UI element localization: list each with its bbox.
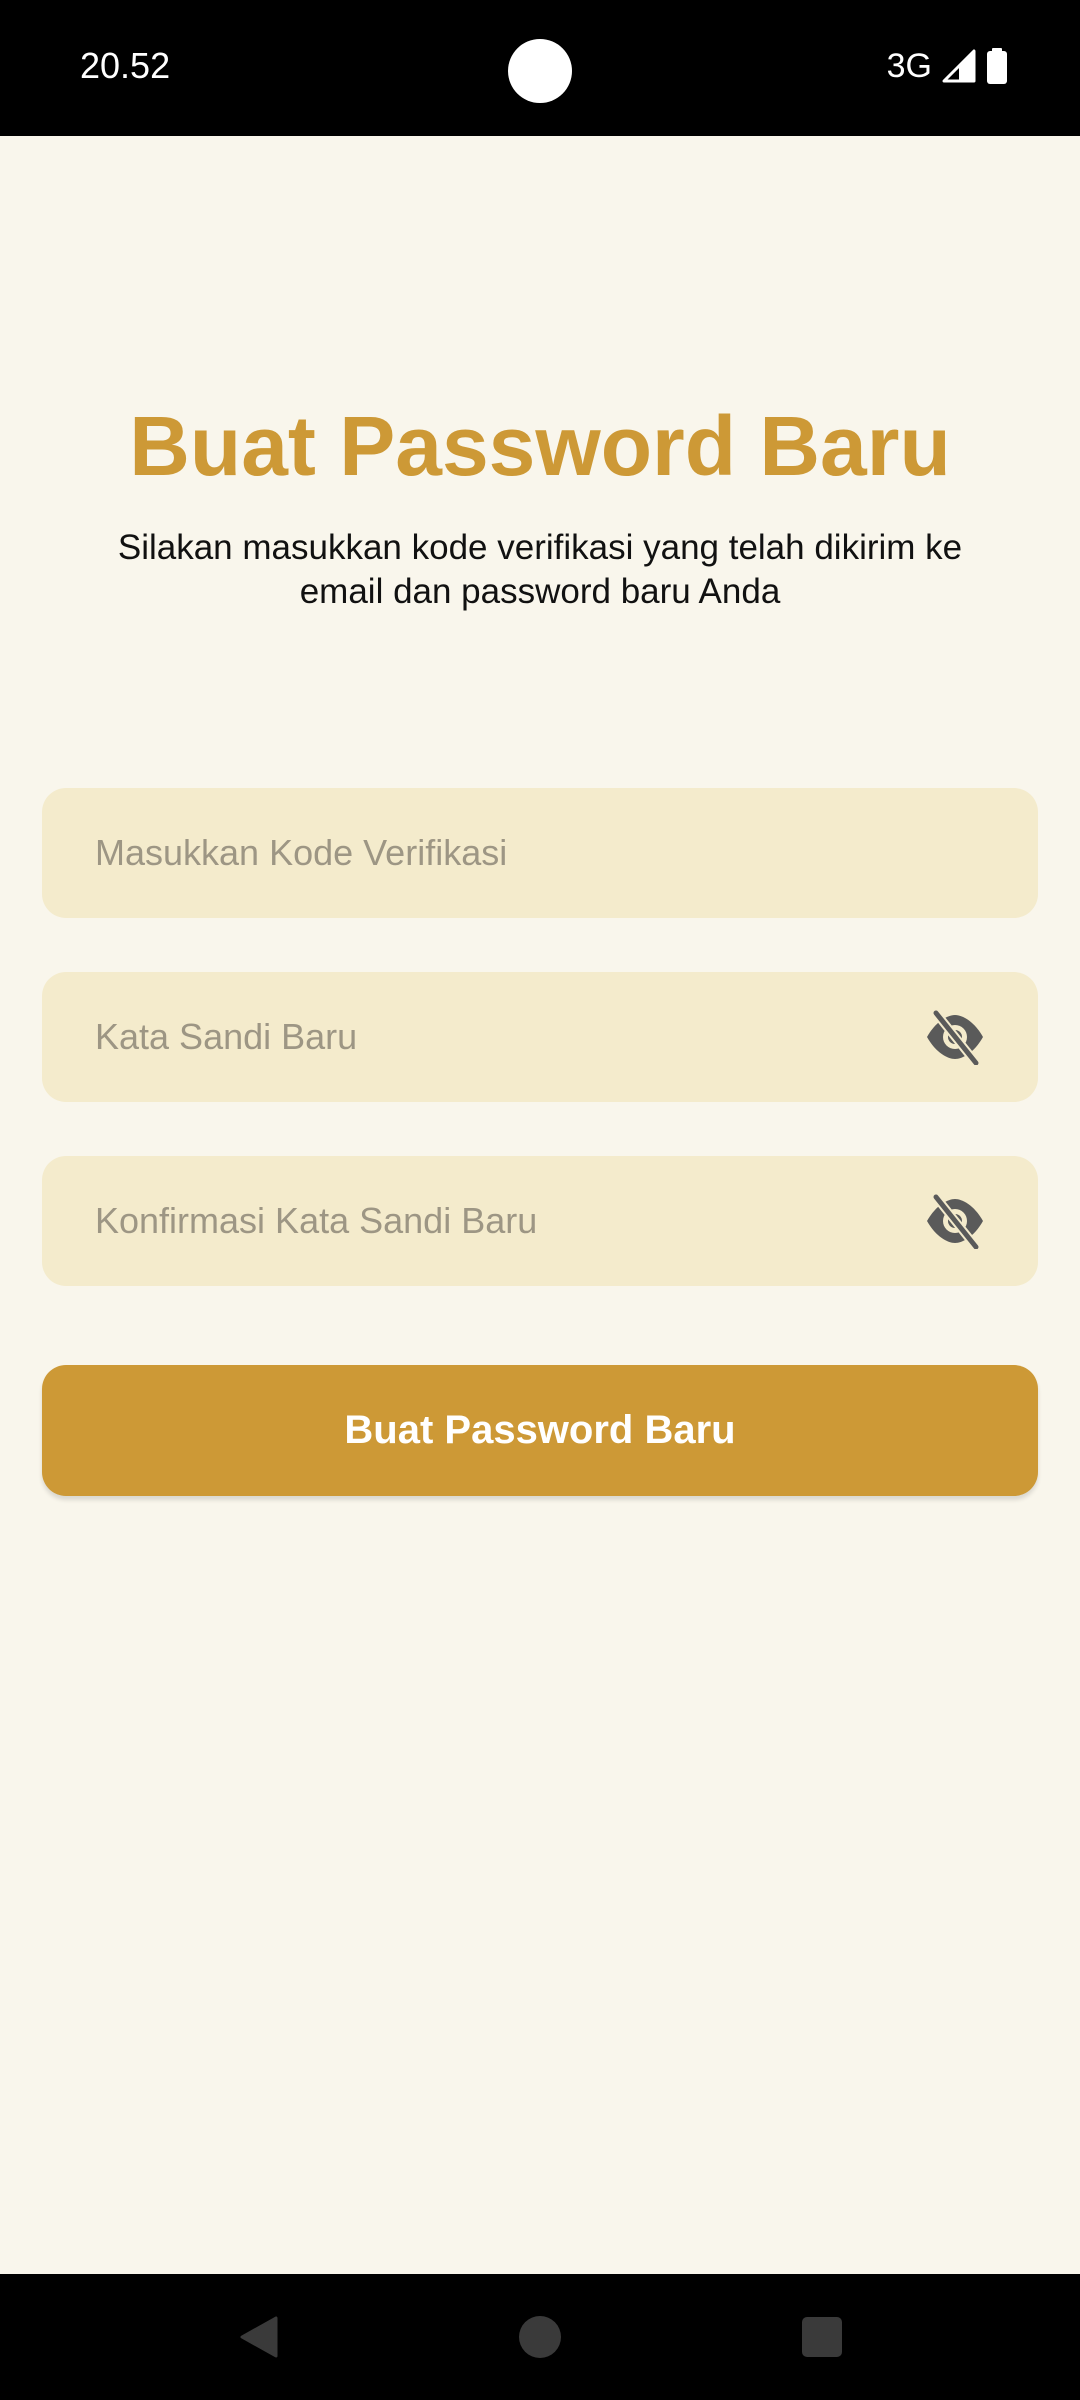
confirm-password-input[interactable]	[95, 1156, 935, 1286]
status-indicators: 3G	[887, 44, 1008, 88]
phone-screen: 20.52 3G Buat Password Baru Silakan masu…	[0, 0, 1080, 2400]
verification-code-input[interactable]	[95, 788, 935, 918]
page-title: Buat Password Baru	[129, 399, 951, 493]
battery-icon	[986, 48, 1008, 84]
home-icon[interactable]	[517, 2314, 563, 2360]
new-password-input[interactable]	[95, 972, 935, 1102]
new-password-field[interactable]	[42, 972, 1038, 1102]
create-password-button[interactable]: Buat Password Baru	[42, 1365, 1038, 1496]
eye-off-icon[interactable]	[924, 1007, 986, 1067]
status-time: 20.52	[80, 45, 171, 86]
confirm-password-field[interactable]	[42, 1156, 1038, 1286]
navigation-bar	[0, 2274, 1080, 2400]
recents-icon[interactable]	[799, 2314, 845, 2360]
page-subtitle: Silakan masukkan kode verifikasi yang te…	[117, 528, 963, 611]
network-type: 3G	[886, 47, 932, 85]
status-bar: 20.52 3G	[0, 0, 1080, 136]
verification-code-field[interactable]	[42, 788, 1038, 918]
back-icon[interactable]	[236, 2314, 282, 2360]
signal-icon	[942, 49, 976, 83]
reset-password-screen: Buat Password Baru Silakan masukkan kode…	[0, 136, 1080, 2274]
front-camera	[508, 39, 572, 103]
eye-off-icon[interactable]	[924, 1191, 986, 1251]
